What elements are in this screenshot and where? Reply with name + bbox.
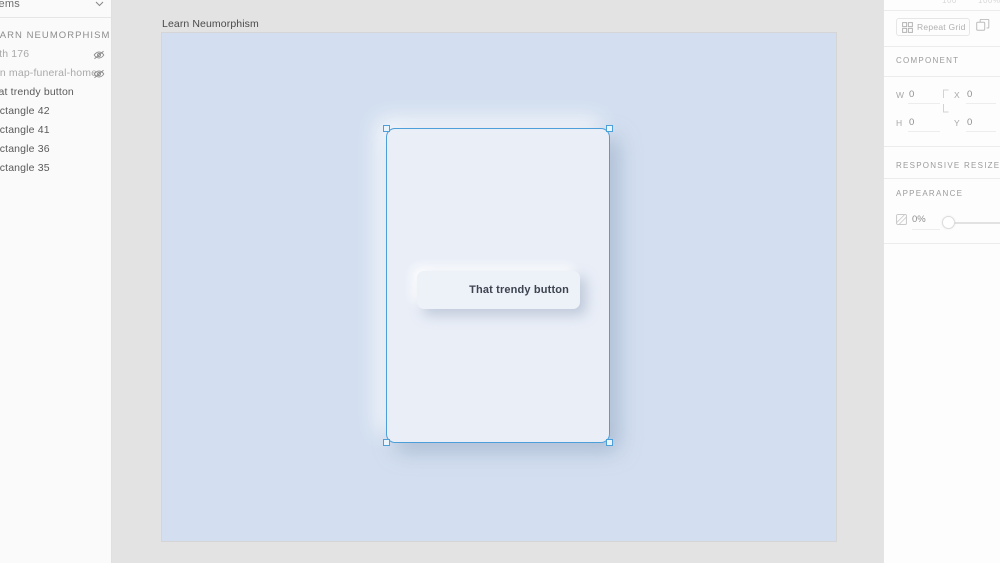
chevron-down-icon[interactable] [93,0,106,10]
layers-list: LEARN NEUMORPHISM Path 176 icon map-fune… [0,26,111,178]
trendy-button-label: That trendy button [469,284,569,296]
section-title-appearance: APPEARANCE [896,189,964,198]
mask-with-shape-icon[interactable] [976,19,990,33]
layers-panel: Items LEARN NEUMORPHISM Path 176 [0,0,112,563]
divider [884,146,1000,147]
field-underline [966,103,996,104]
field-underline [908,103,940,104]
list-item[interactable]: icon map-funeral-home [0,64,111,83]
divider [884,10,1000,11]
opacity-field[interactable]: 0% [896,214,926,225]
layer-name: icon map-funeral-home [0,67,98,79]
field-underline [908,131,940,132]
x-position-field[interactable]: X 0 [954,87,972,102]
repeat-grid-button[interactable]: Repeat Grid [896,18,970,36]
field-underline [966,131,996,132]
layer-name: LEARN NEUMORPHISM [0,30,111,41]
x-label: X [954,89,960,100]
layer-name: Rectangle 42 [0,105,50,117]
layer-name: Path 176 [0,48,30,60]
eye-off-icon[interactable] [93,49,105,61]
design-canvas[interactable]: Learn Neumorphism That trendy button [112,0,883,563]
repeat-grid-icon [902,21,913,33]
property-inspector-panel: 100 100% Repeat Grid COMPONENT W 0 X 0 H… [883,0,1000,563]
list-item[interactable]: LEARN NEUMORPHISM [0,26,111,45]
inspector-truncated-toolbar: 100 100% [884,0,1000,10]
list-item[interactable]: Rectangle 35 [0,159,111,178]
layer-name: Rectangle 41 [0,124,50,136]
divider [884,178,1000,179]
list-item[interactable]: That trendy button [0,83,111,102]
y-position-field[interactable]: Y 0 [954,115,972,130]
artboard[interactable]: That trendy button [162,33,836,541]
section-title-responsive-resize: RESPONSIVE RESIZE [896,161,1000,170]
width-value: 0 [909,89,915,100]
opacity-value: 0% [912,214,926,225]
opacity-slider-knob[interactable] [942,216,955,229]
height-field[interactable]: H 0 [896,115,914,130]
repeat-grid-label: Repeat Grid [917,22,966,32]
height-label: H [896,117,903,128]
eye-off-icon[interactable] [93,68,105,80]
x-value: 0 [967,89,973,100]
divider [884,46,1000,47]
list-item[interactable]: Rectangle 42 [0,102,111,121]
divider [884,243,1000,244]
layer-name: Rectangle 36 [0,143,50,155]
list-item[interactable]: Path 176 [0,45,111,64]
artboard-title[interactable]: Learn Neumorphism [162,18,259,30]
opacity-icon [896,214,907,225]
field-underline [912,229,940,230]
y-label: Y [954,117,960,128]
layer-name: That trendy button [0,86,74,98]
width-label: W [896,89,905,100]
y-value: 0 [967,117,973,128]
height-value: 0 [909,117,915,128]
layers-panel-title: Items [0,0,20,10]
xd-application-window: Items LEARN NEUMORPHISM Path 176 [0,0,1000,563]
layer-name: Rectangle 35 [0,162,50,174]
layers-panel-header[interactable]: Items [0,0,111,18]
truncated-label-left: 100 [942,0,957,5]
list-item[interactable]: Rectangle 36 [0,140,111,159]
list-item[interactable]: Rectangle 41 [0,121,111,140]
trendy-button[interactable]: That trendy button [417,271,580,309]
link-aspect-ratio-icon[interactable] [941,88,950,114]
truncated-label-right: 100% [978,0,1000,5]
divider [884,76,1000,77]
section-title-component: COMPONENT [896,56,960,65]
width-field[interactable]: W 0 [896,87,914,102]
